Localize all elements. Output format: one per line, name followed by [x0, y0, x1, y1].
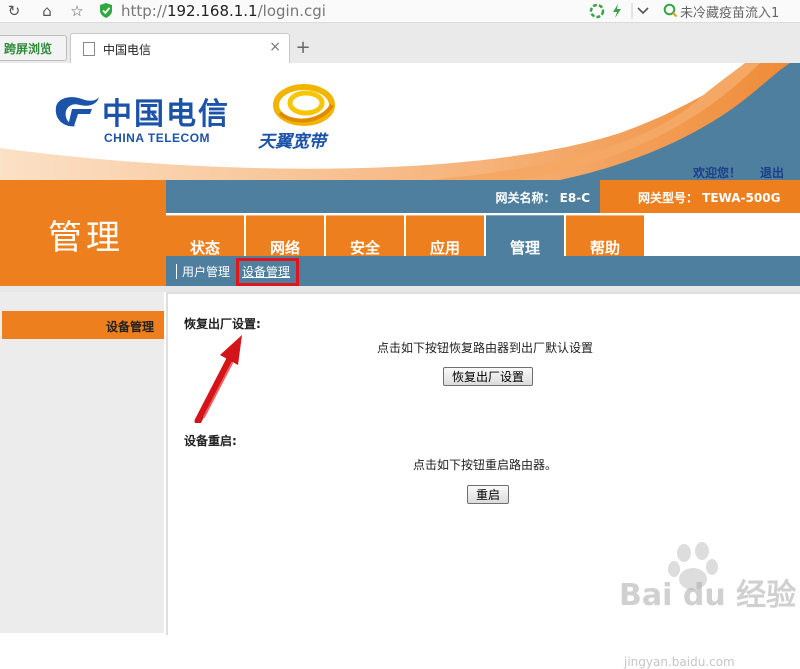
restore-title: 恢复出厂设置: [184, 317, 261, 331]
reload-icon[interactable]: ↻ [5, 2, 23, 20]
tab-management[interactable]: 管理 [486, 215, 564, 257]
welcome-text: 欢迎您！ [693, 166, 742, 180]
china-telecom-logo-icon [55, 97, 99, 127]
cross-screen-button[interactable]: 跨屏浏览 [0, 35, 67, 61]
tab-application[interactable]: 应用 [406, 215, 484, 257]
tab-title: 中国电信 [103, 43, 152, 57]
tab-security[interactable]: 安全 [326, 215, 404, 257]
new-tab-button[interactable]: + [291, 37, 315, 59]
router-admin-page: 中国电信 CHINA TELECOM 天翼宽带 欢迎您！ 退出 管理 网关名称：… [0, 63, 800, 669]
sub-menu-divider [176, 264, 177, 279]
extension-icons [588, 2, 656, 20]
address-bar: ↻ ⌂ ☆ http://192.168.1.1/login.cgi 未冷藏疫苗… [0, 0, 800, 23]
url-path: /login.cgi [257, 2, 326, 20]
restore-factory-button[interactable]: 恢复出厂设置 [443, 367, 534, 386]
tab-status-label: 状态 [189, 239, 220, 257]
gateway-name: 网关名称： E8-C [495, 191, 590, 205]
baidu-watermark-url: jingyan.baidu.com [624, 655, 735, 669]
tab-application-label: 应用 [429, 239, 460, 257]
highlight-box [236, 258, 299, 286]
tab-network-label: 网络 [269, 239, 300, 257]
tab-help-label: 帮助 [589, 239, 620, 257]
red-arrow-icon [194, 335, 242, 423]
banner: 中国电信 CHINA TELECOM 天翼宽带 欢迎您！ 退出 [0, 63, 800, 180]
page-icon [83, 42, 95, 56]
home-icon[interactable]: ⌂ [38, 2, 56, 20]
section-header: 管理 [0, 180, 166, 286]
section-title: 管理 [48, 218, 124, 258]
product-name: 天翼宽带 [258, 132, 326, 152]
search-text: 未冷藏疫苗流入1 [680, 6, 780, 21]
reboot-button[interactable]: 重启 [467, 485, 510, 504]
brand-en: CHINA TELECOM [104, 131, 211, 145]
gateway-model-bar: 网关型号： TEWA-500G [600, 180, 800, 213]
tab-network[interactable]: 网络 [246, 215, 324, 257]
search-box[interactable]: 未冷藏疫苗流入1 [660, 0, 800, 21]
security-shield-icon [100, 3, 112, 18]
tab-security-label: 安全 [349, 239, 380, 257]
reboot-title: 设备重启: [184, 434, 237, 448]
reboot-description: 点击如下按钮重启路由器。 [412, 458, 557, 472]
star-icon[interactable]: ☆ [68, 2, 86, 20]
baidu-watermark: Bai du 经验 [619, 578, 797, 613]
restore-description: 点击如下按钮恢复路由器到出厂默认设置 [376, 341, 593, 355]
tab-close-icon[interactable]: × [269, 39, 281, 55]
tab-help[interactable]: 帮助 [566, 215, 644, 257]
search-icon [663, 3, 678, 18]
cross-screen-label: 跨屏浏览 [4, 42, 53, 56]
main-menu: 状态 网络 安全 应用 管理 帮助 [166, 213, 800, 257]
url-prefix: http:// [121, 2, 167, 20]
url-host: 192.168.1.1 [166, 2, 258, 20]
sidebar: 设备管理 [0, 292, 164, 633]
tab-management-label: 管理 [509, 239, 540, 257]
gateway-info-bar: 网关名称： E8-C [166, 180, 600, 213]
sidebar-item-label: 设备管理 [105, 320, 154, 334]
brand-cn: 中国电信 [102, 97, 230, 132]
browser-tab[interactable]: 中国电信 × [70, 33, 290, 64]
url-field[interactable]: http://192.168.1.1/login.cgi [121, 1, 326, 21]
tab-status[interactable]: 状态 [166, 215, 244, 257]
submenu-user-management[interactable]: 用户管理 [182, 263, 230, 280]
logout-link[interactable]: 退出 [760, 164, 784, 180]
gateway-model: 网关型号： TEWA-500G [638, 191, 781, 205]
sidebar-item-device-management[interactable]: 设备管理 [2, 311, 164, 339]
tab-bar: 跨屏浏览 中国电信 × + [0, 23, 800, 64]
tianyi-logo-icon [273, 84, 335, 126]
